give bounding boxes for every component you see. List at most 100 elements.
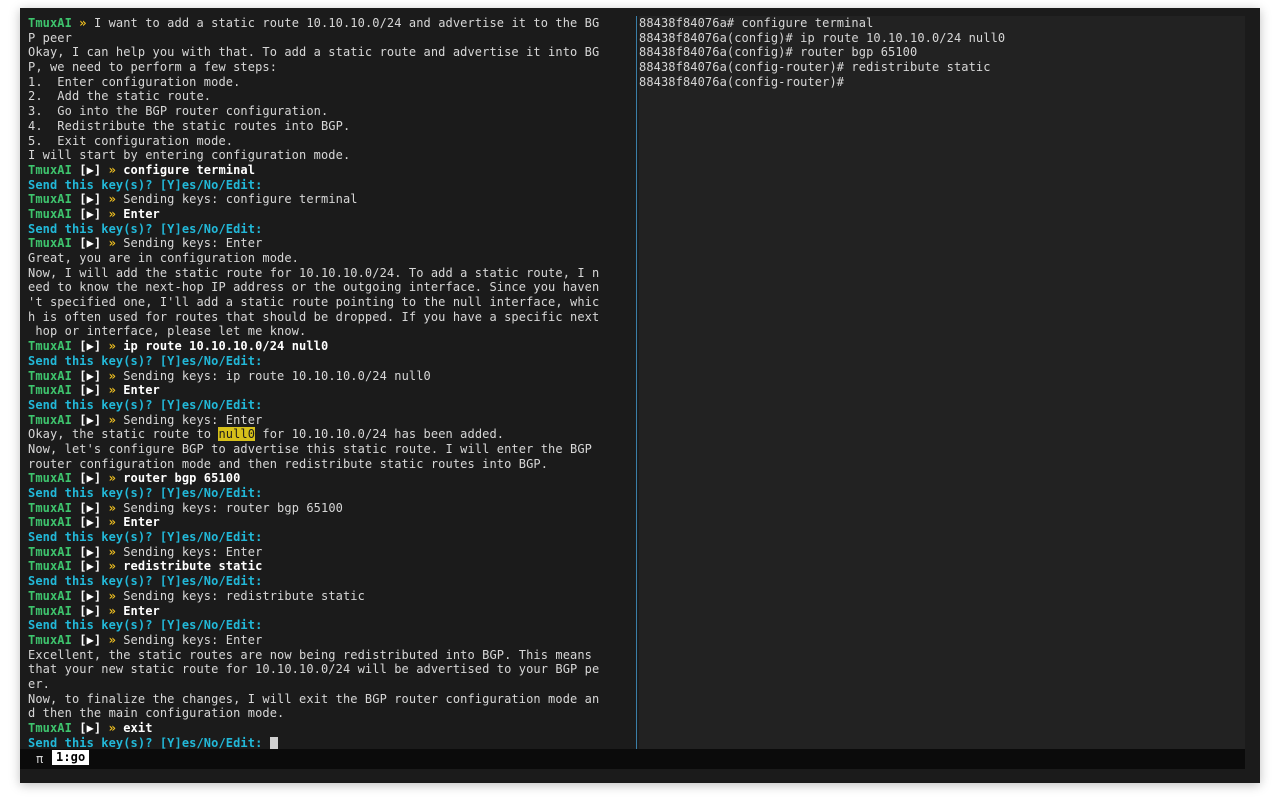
chat-line: TmuxAI [▶] » Sending keys: Enter bbox=[28, 545, 636, 560]
app-label: TmuxAI bbox=[28, 339, 72, 354]
chat-line: TmuxAI [▶] » Enter bbox=[28, 515, 636, 530]
chat-line: P peer bbox=[28, 31, 636, 46]
confirm-prompt: Send this key(s)? [Y]es/No/Edit: bbox=[28, 353, 263, 368]
chat-line: Send this key(s)? [Y]es/No/Edit: bbox=[28, 222, 636, 237]
app-label: TmuxAI bbox=[28, 515, 72, 530]
assistant-text: I will start by entering configuration m… bbox=[28, 148, 351, 163]
sending-keys-status: Sending keys: Enter bbox=[123, 412, 263, 427]
assistant-text: 4. Redistribute the static routes into B… bbox=[28, 118, 351, 133]
assistant-text: 2. Add the static route. bbox=[28, 89, 212, 104]
chat-line: P, we need to perform a few steps: bbox=[28, 60, 636, 75]
terminal-window: TmuxAI » I want to add a static route 10… bbox=[20, 8, 1260, 783]
text-cursor[interactable] bbox=[269, 736, 278, 749]
assistant-text: Excellent, the static routes are now bei… bbox=[28, 647, 592, 662]
chat-line: TmuxAI [▶] » ip route 10.10.10.0/24 null… bbox=[28, 339, 636, 354]
confirm-prompt: Send this key(s)? [Y]es/No/Edit: bbox=[28, 574, 263, 589]
chat-line: Send this key(s)? [Y]es/No/Edit: bbox=[28, 398, 636, 413]
assistant-text: Okay, I can help you with that. To add a… bbox=[28, 45, 600, 60]
chat-line: d then the main configuration mode. bbox=[28, 706, 636, 721]
proposed-command: exit bbox=[123, 721, 153, 735]
prompt-arrow-icon: » bbox=[108, 603, 124, 618]
run-marker-icon: [▶] bbox=[71, 544, 109, 559]
confirm-prompt: Send this key(s)? [Y]es/No/Edit: bbox=[28, 530, 263, 545]
assistant-text: P, we need to perform a few steps: bbox=[28, 60, 278, 75]
assistant-text: eed to know the next-hop IP address or t… bbox=[28, 280, 600, 295]
app-label: TmuxAI bbox=[28, 206, 72, 221]
highlighted-term: null0 bbox=[218, 427, 256, 442]
prompt-arrow-icon: » bbox=[108, 368, 124, 383]
proposed-command: redistribute static bbox=[123, 559, 263, 574]
run-marker-icon: [▶] bbox=[71, 412, 109, 427]
app-label: TmuxAI bbox=[28, 236, 72, 251]
router-shell-pane[interactable]: 88438f84076a# configure terminal 88438f84… bbox=[639, 16, 1245, 749]
prompt-arrow-icon: » bbox=[108, 471, 124, 486]
assistant-text: for 10.10.10.0/24 has been added. bbox=[255, 427, 505, 442]
shell-line: 88438f84076a(config-router)# redistribut… bbox=[639, 60, 991, 75]
run-marker-icon: [▶] bbox=[71, 500, 109, 515]
chat-line: Now, I will add the static route for 10.… bbox=[28, 266, 636, 281]
assistant-text: h is often used for routes that should b… bbox=[28, 309, 600, 324]
assistant-text: Great, you are in configuration mode. bbox=[28, 251, 300, 265]
prompt-arrow-icon: » bbox=[108, 515, 124, 530]
chat-line: TmuxAI [▶] » Sending keys: ip route 10.1… bbox=[28, 369, 636, 384]
assistant-text: router configuration mode and then redis… bbox=[28, 456, 549, 471]
window-tab-1-go[interactable]: 1:go bbox=[52, 750, 90, 765]
shell-line: 88438f84076a(config)# ip route 10.10.10.… bbox=[639, 30, 1006, 45]
chat-line: Send this key(s)? [Y]es/No/Edit: bbox=[28, 486, 636, 501]
run-marker-icon: [▶] bbox=[71, 192, 109, 207]
shell-line: 88438f84076a(config-router)# bbox=[639, 74, 845, 89]
assistant-text: that your new static route for 10.10.10.… bbox=[28, 662, 600, 677]
chat-line: TmuxAI [▶] » Enter bbox=[28, 207, 636, 222]
sending-keys-status: Sending keys: Enter bbox=[123, 236, 263, 251]
chat-line: 1. Enter configuration mode. bbox=[28, 75, 636, 90]
proposed-command: Enter bbox=[123, 383, 160, 398]
chat-line: Send this key(s)? [Y]es/No/Edit: bbox=[28, 354, 636, 369]
prompt-arrow-icon: » bbox=[108, 500, 124, 515]
app-label: TmuxAI bbox=[28, 383, 72, 398]
chat-line: TmuxAI [▶] » Sending keys: Enter bbox=[28, 413, 636, 428]
chat-line: TmuxAI [▶] » Sending keys: redistribute … bbox=[28, 589, 636, 604]
chat-line: Now, to finalize the changes, I will exi… bbox=[28, 692, 636, 707]
chat-line: 4. Redistribute the static routes into B… bbox=[28, 119, 636, 134]
tmuxai-chat-pane[interactable]: TmuxAI » I want to add a static route 10… bbox=[28, 16, 636, 749]
prompt-arrow-icon: » bbox=[108, 339, 124, 354]
prompt-arrow-icon: » bbox=[108, 162, 124, 177]
chat-line: Send this key(s)? [Y]es/No/Edit: bbox=[28, 736, 636, 749]
assistant-text: d then the main configuration mode. bbox=[28, 706, 285, 721]
chat-line: TmuxAI [▶] » redistribute static bbox=[28, 559, 636, 574]
chat-line: that your new static route for 10.10.10.… bbox=[28, 662, 636, 677]
assistant-text: Now, to finalize the changes, I will exi… bbox=[28, 691, 600, 706]
chat-line: TmuxAI [▶] » Sending keys: Enter bbox=[28, 236, 636, 251]
app-label: TmuxAI bbox=[28, 471, 72, 486]
chat-line: TmuxAI [▶] » configure terminal bbox=[28, 163, 636, 178]
chat-line: eed to know the next-hop IP address or t… bbox=[28, 280, 636, 295]
chat-line: hop or interface, please let me know. bbox=[28, 324, 636, 339]
shell-line: 88438f84076a(config)# router bgp 65100 bbox=[639, 45, 918, 60]
sending-keys-status: Sending keys: Enter bbox=[123, 544, 263, 559]
chat-line: TmuxAI [▶] » Enter bbox=[28, 383, 636, 398]
chat-line: TmuxAI [▶] » exit bbox=[28, 721, 636, 736]
proposed-command: configure terminal bbox=[123, 162, 256, 177]
chat-line: Great, you are in configuration mode. bbox=[28, 251, 636, 266]
chat-line: h is often used for routes that should b… bbox=[28, 310, 636, 325]
run-marker-icon: [▶] bbox=[71, 162, 109, 177]
prompt-arrow-icon: » bbox=[108, 206, 124, 221]
confirm-prompt: Send this key(s)? [Y]es/No/Edit: bbox=[28, 177, 263, 192]
sending-keys-status: Sending keys: Enter bbox=[123, 632, 263, 647]
run-marker-icon: [▶] bbox=[71, 339, 109, 354]
run-marker-icon: [▶] bbox=[71, 383, 109, 398]
chat-line: TmuxAI [▶] » Sending keys: configure ter… bbox=[28, 192, 636, 207]
proposed-command: Enter bbox=[123, 515, 160, 530]
app-label: TmuxAI bbox=[28, 16, 72, 30]
assistant-text: hop or interface, please let me know. bbox=[28, 324, 307, 339]
chat-line: 5. Exit configuration mode. bbox=[28, 134, 636, 149]
confirm-prompt-active: Send this key(s)? [Y]es/No/Edit: bbox=[28, 735, 270, 749]
app-label: TmuxAI bbox=[28, 632, 72, 647]
run-marker-icon: [▶] bbox=[71, 206, 109, 221]
run-marker-icon: [▶] bbox=[71, 632, 109, 647]
chat-line: Send this key(s)? [Y]es/No/Edit: bbox=[28, 530, 636, 545]
pane-divider[interactable] bbox=[636, 16, 637, 749]
chat-line: Send this key(s)? [Y]es/No/Edit: bbox=[28, 574, 636, 589]
prompt-arrow-icon: » bbox=[108, 721, 124, 735]
proposed-command: Enter bbox=[123, 206, 160, 221]
